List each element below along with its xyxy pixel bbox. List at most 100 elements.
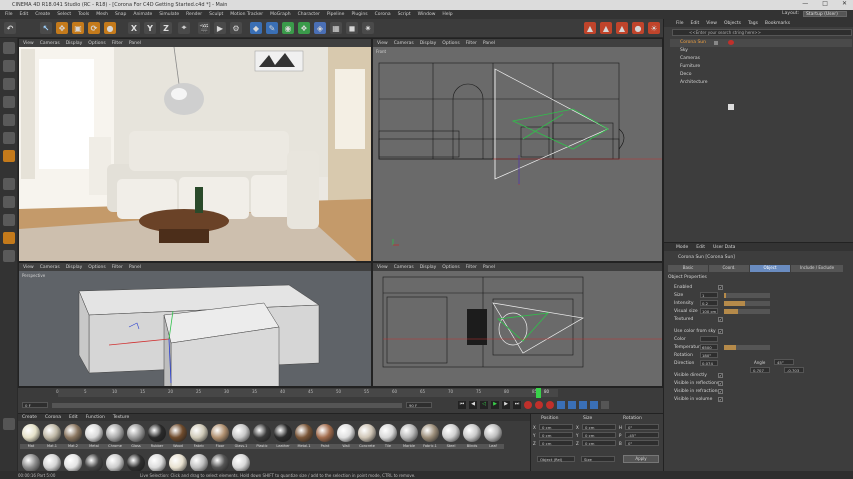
key-pla-icon[interactable] bbox=[601, 401, 609, 409]
attribute-checkbox[interactable]: ✓ bbox=[718, 328, 723, 334]
rot-b-field[interactable]: 0° bbox=[625, 440, 659, 446]
layout-select[interactable]: Startup (User) bbox=[803, 11, 847, 17]
material-swatch[interactable] bbox=[169, 454, 187, 472]
key-rotation-icon[interactable] bbox=[579, 401, 587, 409]
material-label[interactable]: Wood bbox=[167, 444, 189, 449]
material-label[interactable]: Leaf bbox=[482, 444, 504, 449]
material-label[interactable]: Metal.1 bbox=[293, 444, 315, 449]
attribute-checkbox[interactable]: ✓ bbox=[718, 396, 723, 402]
attribute-checkbox[interactable]: ✓ bbox=[718, 380, 723, 386]
attribute-slider[interactable] bbox=[724, 292, 770, 298]
size-z-field[interactable]: 0 cm bbox=[582, 440, 616, 446]
attribute-checkbox[interactable]: ✓ bbox=[718, 388, 723, 394]
object-architecture[interactable]: Architecture bbox=[680, 80, 708, 85]
material-swatch[interactable] bbox=[484, 424, 502, 442]
edges-mode-icon[interactable] bbox=[3, 132, 15, 144]
scene-icon[interactable]: ▦ bbox=[330, 22, 342, 34]
material-label[interactable]: Fabric bbox=[188, 444, 210, 449]
minimize-button[interactable]: — bbox=[802, 0, 808, 7]
direction-y-field[interactable]: 0.707 bbox=[750, 367, 770, 373]
material-swatch[interactable] bbox=[64, 424, 82, 442]
material-swatch[interactable] bbox=[169, 424, 187, 442]
tab-object[interactable]: Object bbox=[750, 265, 790, 272]
size-y-field[interactable]: 0 cm bbox=[582, 432, 616, 438]
material-swatch[interactable] bbox=[106, 454, 124, 472]
menu-tools[interactable]: Tools bbox=[78, 12, 89, 17]
attribute-value[interactable] bbox=[700, 336, 718, 342]
lock-workplane-icon[interactable] bbox=[3, 232, 15, 244]
play-backward-icon[interactable]: ◁ bbox=[480, 401, 488, 409]
material-label[interactable]: Blinds bbox=[461, 444, 483, 449]
attribute-checkbox[interactable]: ✓ bbox=[718, 372, 723, 378]
y-axis-toggle[interactable]: Y bbox=[144, 22, 156, 34]
next-key-icon[interactable]: ▶ bbox=[502, 401, 510, 409]
object-search-input[interactable]: <<Enter your search string here>> bbox=[672, 29, 852, 36]
tab-basic[interactable]: Basic bbox=[668, 265, 708, 272]
model-mode-icon[interactable] bbox=[3, 60, 15, 72]
make-editable-icon[interactable] bbox=[3, 42, 15, 54]
object-furniture[interactable]: Furniture bbox=[680, 64, 700, 69]
attribute-checkbox[interactable]: ✓ bbox=[718, 316, 723, 322]
corona-material-icon[interactable]: ● bbox=[632, 22, 644, 34]
menu-mograph[interactable]: MoGraph bbox=[270, 12, 290, 17]
material-menu-function[interactable]: Function bbox=[86, 415, 105, 420]
prev-key-icon[interactable]: ◀ bbox=[469, 401, 477, 409]
play-forward-icon[interactable]: ▶ bbox=[491, 401, 499, 409]
material-menu-create[interactable]: Create bbox=[22, 415, 37, 420]
pos-y-field[interactable]: 0 cm bbox=[539, 432, 573, 438]
go-start-icon[interactable]: ⏮ bbox=[458, 401, 466, 409]
material-label[interactable]: Floor bbox=[209, 444, 231, 449]
undo-icon[interactable]: ↶ bbox=[4, 22, 16, 34]
go-end-icon[interactable]: ⏭ bbox=[513, 401, 521, 409]
attribute-value[interactable]: 100 cm bbox=[700, 308, 718, 314]
material-swatch[interactable] bbox=[106, 424, 124, 442]
material-swatch[interactable] bbox=[85, 424, 103, 442]
keyframe-icon[interactable] bbox=[546, 401, 554, 409]
tab-include-exclude[interactable]: Include / Exclude bbox=[791, 265, 843, 272]
enable-axis-icon[interactable] bbox=[3, 178, 15, 190]
pen-icon[interactable]: ✎ bbox=[266, 22, 278, 34]
render-picture-viewer-icon[interactable]: ▶ bbox=[214, 22, 226, 34]
material-swatch[interactable] bbox=[190, 424, 208, 442]
coordinate-system-icon[interactable]: ⌖ bbox=[178, 22, 190, 34]
key-param-icon[interactable] bbox=[590, 401, 598, 409]
live-selection-icon[interactable]: ↖ bbox=[40, 22, 52, 34]
material-label[interactable]: Paint bbox=[314, 444, 336, 449]
object-sky[interactable]: Sky bbox=[680, 48, 688, 53]
attribute-value[interactable]: 180° bbox=[700, 352, 718, 358]
material-swatch[interactable] bbox=[253, 424, 271, 442]
rotate-icon[interactable]: ⟳ bbox=[88, 22, 100, 34]
menu-create[interactable]: Create bbox=[35, 12, 50, 17]
close-button[interactable]: ✕ bbox=[842, 0, 847, 7]
menu-window[interactable]: Window bbox=[418, 12, 436, 17]
material-swatch[interactable] bbox=[148, 424, 166, 442]
pos-z-field[interactable]: 0 cm bbox=[539, 440, 573, 446]
corona-sun-icon[interactable]: ☀ bbox=[648, 22, 660, 34]
material-swatch[interactable] bbox=[442, 424, 460, 442]
object-deco[interactable]: Deco bbox=[680, 72, 691, 77]
material-swatch[interactable] bbox=[211, 424, 229, 442]
material-label[interactable]: Wall bbox=[335, 444, 357, 449]
om-menu-edit[interactable]: Edit bbox=[691, 21, 700, 26]
menu-help[interactable]: Help bbox=[442, 12, 452, 17]
menu-snap[interactable]: Snap bbox=[115, 12, 126, 17]
material-swatch[interactable] bbox=[190, 454, 208, 472]
render-view-icon[interactable]: 🎬 bbox=[198, 22, 210, 34]
light-icon[interactable]: ✷ bbox=[362, 22, 374, 34]
material-menu-edit[interactable]: Edit bbox=[69, 415, 78, 420]
corona-vfb-icon[interactable]: ▲ bbox=[616, 22, 628, 34]
viewport-bottom-right[interactable]: View Cameras Display Options Filter Pane… bbox=[372, 262, 663, 387]
autokey-icon[interactable] bbox=[535, 401, 543, 409]
material-swatch[interactable] bbox=[85, 454, 103, 472]
am-menu-edit[interactable]: Edit bbox=[696, 245, 705, 250]
menu-select[interactable]: Select bbox=[57, 12, 71, 17]
attribute-value[interactable]: 6500 bbox=[700, 344, 718, 350]
material-label[interactable]: Rubber bbox=[146, 444, 168, 449]
om-menu-objects[interactable]: Objects bbox=[724, 21, 741, 26]
menu-motion-tracker[interactable]: Motion Tracker bbox=[230, 12, 263, 17]
material-swatch[interactable] bbox=[379, 424, 397, 442]
attribute-value[interactable]: 0.074 bbox=[700, 360, 718, 366]
menu-file[interactable]: File bbox=[5, 12, 13, 17]
material-label[interactable]: Steel bbox=[440, 444, 462, 449]
menu-sculpt[interactable]: Sculpt bbox=[209, 12, 223, 17]
